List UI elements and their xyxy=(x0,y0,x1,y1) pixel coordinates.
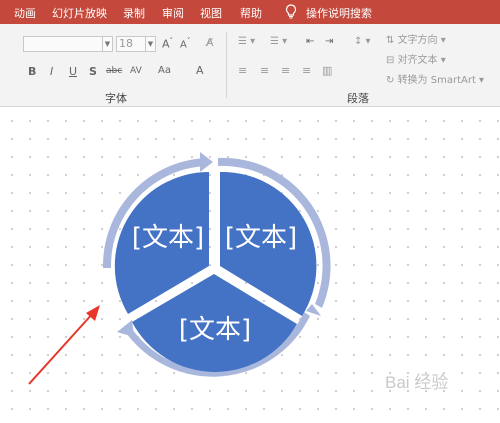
diagram-layer: [文本] [文本] [文本] xyxy=(28,152,331,385)
segment-label-right: [文本] xyxy=(225,223,297,253)
arrowhead-top xyxy=(200,152,213,172)
segment-label-bottom: [文本] xyxy=(179,315,251,345)
watermark: Bai 经验 xyxy=(385,373,449,392)
annotation-arrow xyxy=(28,305,100,385)
segment-label-left: [文本] xyxy=(132,223,204,253)
arrowhead-bottom xyxy=(117,320,134,337)
